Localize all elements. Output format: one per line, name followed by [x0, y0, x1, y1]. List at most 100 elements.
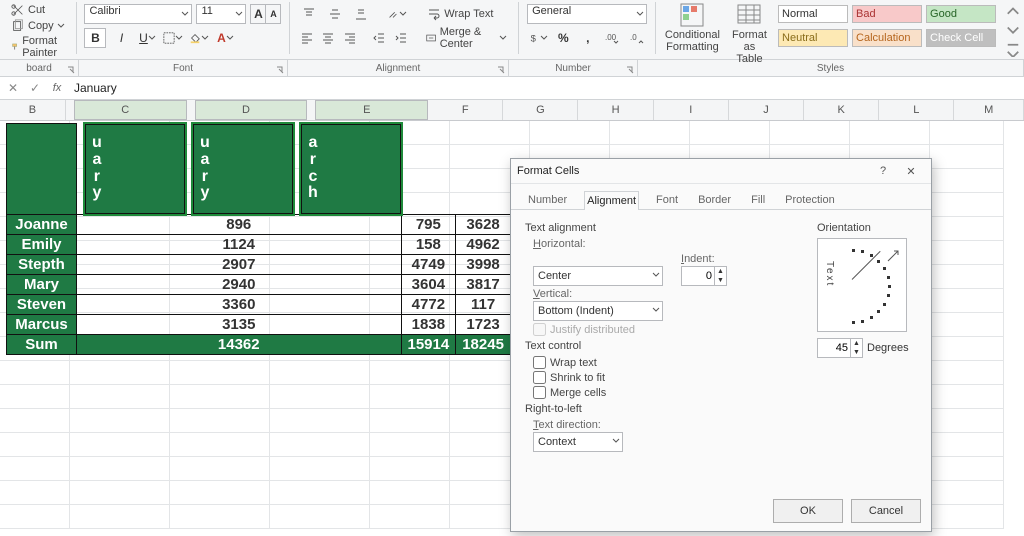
style-calculation[interactable]: Calculation	[852, 29, 922, 47]
cell[interactable]: 158	[401, 234, 456, 254]
copy-dropdown-icon[interactable]	[57, 22, 65, 30]
style-good[interactable]: Good	[926, 5, 996, 23]
increase-font-button[interactable]: A	[251, 5, 265, 23]
sum-row-header[interactable]: Sum	[7, 334, 77, 354]
column-header-M[interactable]: M	[954, 100, 1024, 120]
header-january[interactable]: uary	[85, 124, 185, 214]
align-left-button[interactable]	[298, 28, 315, 48]
accounting-format-button[interactable]: $	[527, 28, 549, 48]
bold-button[interactable]: B	[84, 28, 106, 48]
cell[interactable]: 3628	[456, 214, 511, 234]
wrap-text-button[interactable]: Wrap Text	[424, 6, 496, 22]
style-normal[interactable]: Normal	[778, 5, 848, 23]
sum-cell[interactable]: 18245	[456, 334, 511, 354]
align-top-button[interactable]	[298, 4, 320, 24]
cell[interactable]: 4772	[401, 294, 456, 314]
cell[interactable]: 3360	[77, 294, 402, 314]
column-header-L[interactable]: L	[879, 100, 954, 120]
dialog-launcher-icon[interactable]	[275, 65, 285, 75]
align-bottom-button[interactable]	[350, 4, 372, 24]
tab-alignment[interactable]: Alignment	[584, 191, 639, 210]
style-neutral[interactable]: Neutral	[778, 29, 848, 47]
cell[interactable]: 1838	[401, 314, 456, 334]
column-header-C[interactable]: C	[74, 100, 187, 120]
merge-cells-checkbox[interactable]	[533, 386, 546, 399]
number-format-selector[interactable]: General	[527, 4, 647, 24]
cell[interactable]: 896	[77, 214, 402, 234]
underline-button[interactable]: U	[136, 28, 158, 48]
cell[interactable]: 117	[456, 294, 511, 314]
tab-protection[interactable]: Protection	[782, 190, 838, 209]
column-header-H[interactable]: H	[578, 100, 653, 120]
cell[interactable]: 4962	[456, 234, 511, 254]
row-header[interactable]: Joanne	[7, 214, 77, 234]
styles-gallery-more[interactable]	[1002, 40, 1024, 59]
fb-fx-button[interactable]: fx	[48, 79, 66, 97]
column-header-B[interactable]: B	[0, 100, 66, 120]
format-painter-button[interactable]: Format Painter	[8, 34, 68, 60]
dialog-launcher-icon[interactable]	[496, 65, 506, 75]
row-header[interactable]: Stepth	[7, 254, 77, 274]
align-right-button[interactable]	[341, 28, 358, 48]
cell[interactable]: 1723	[456, 314, 511, 334]
fb-enter-button[interactable]: ✓	[26, 79, 44, 97]
tab-number[interactable]: Number	[525, 190, 570, 209]
orientation-dial[interactable]: Text	[817, 238, 907, 332]
sum-cell[interactable]: 15914	[401, 334, 456, 354]
row-header[interactable]: Emily	[7, 234, 77, 254]
spin-up-icon[interactable]: ▲	[714, 267, 726, 276]
dialog-help-button[interactable]: ?	[869, 161, 897, 181]
dialog-launcher-icon[interactable]	[66, 65, 76, 75]
indent-spinner[interactable]: ▲▼	[681, 266, 727, 286]
cell[interactable]: 3604	[401, 274, 456, 294]
column-header-F[interactable]: F	[428, 100, 503, 120]
column-header-G[interactable]: G	[503, 100, 578, 120]
cell[interactable]: 795	[401, 214, 456, 234]
style-bad[interactable]: Bad	[852, 5, 922, 23]
cell[interactable]: 2907	[77, 254, 402, 274]
wrap-text-checkbox[interactable]	[533, 356, 546, 369]
increase-decimal-button[interactable]: .00	[602, 28, 623, 48]
degrees-spinner[interactable]: ▲▼	[817, 338, 863, 358]
cell[interactable]: 2940	[77, 274, 402, 294]
tab-font[interactable]: Font	[653, 190, 681, 209]
copy-button[interactable]: Copy	[8, 18, 68, 34]
increase-indent-button[interactable]	[392, 28, 409, 48]
row-header[interactable]: Marcus	[7, 314, 77, 334]
cell[interactable]: 1124	[77, 234, 402, 254]
spin-down-icon[interactable]: ▼	[850, 348, 862, 357]
decrease-font-button[interactable]: A	[265, 5, 280, 23]
cell[interactable]: 3998	[456, 254, 511, 274]
fill-color-button[interactable]	[188, 28, 210, 48]
column-header-J[interactable]: J	[729, 100, 804, 120]
orientation-button[interactable]	[386, 4, 408, 24]
style-check-cell[interactable]: Check Cell	[926, 29, 996, 47]
vertical-align-select[interactable]: Bottom (Indent)	[533, 301, 663, 321]
fb-cancel-button[interactable]: ✕	[4, 79, 22, 97]
italic-button[interactable]: I	[110, 28, 132, 48]
cancel-button[interactable]: Cancel	[851, 499, 921, 523]
row-header[interactable]: Steven	[7, 294, 77, 314]
horizontal-align-select[interactable]: Center	[533, 266, 663, 286]
cell[interactable]: 3135	[77, 314, 402, 334]
font-color-button[interactable]: A	[214, 28, 236, 48]
header-february[interactable]: uary	[193, 124, 293, 214]
align-middle-button[interactable]	[324, 4, 346, 24]
cell[interactable]: 4749	[401, 254, 456, 274]
format-as-table-button[interactable]: Format as Table	[725, 2, 774, 65]
font-name-selector[interactable]: Calibri	[84, 4, 192, 24]
sum-cell[interactable]: 14362	[77, 334, 402, 354]
cell[interactable]: 3817	[456, 274, 511, 294]
merge-center-button[interactable]: Merge & Center	[423, 25, 510, 51]
column-header-D[interactable]: D	[195, 100, 308, 120]
styles-gallery-down[interactable]	[1002, 21, 1024, 40]
dialog-close-button[interactable]: ✕	[897, 161, 925, 181]
formula-input[interactable]: January	[70, 81, 1024, 95]
percent-button[interactable]: %	[553, 28, 574, 48]
spin-down-icon[interactable]: ▼	[714, 276, 726, 285]
row-header[interactable]: Mary	[7, 274, 77, 294]
column-header-K[interactable]: K	[804, 100, 879, 120]
shrink-checkbox[interactable]	[533, 371, 546, 384]
spin-up-icon[interactable]: ▲	[850, 339, 862, 348]
cut-button[interactable]: Cut	[8, 2, 68, 18]
